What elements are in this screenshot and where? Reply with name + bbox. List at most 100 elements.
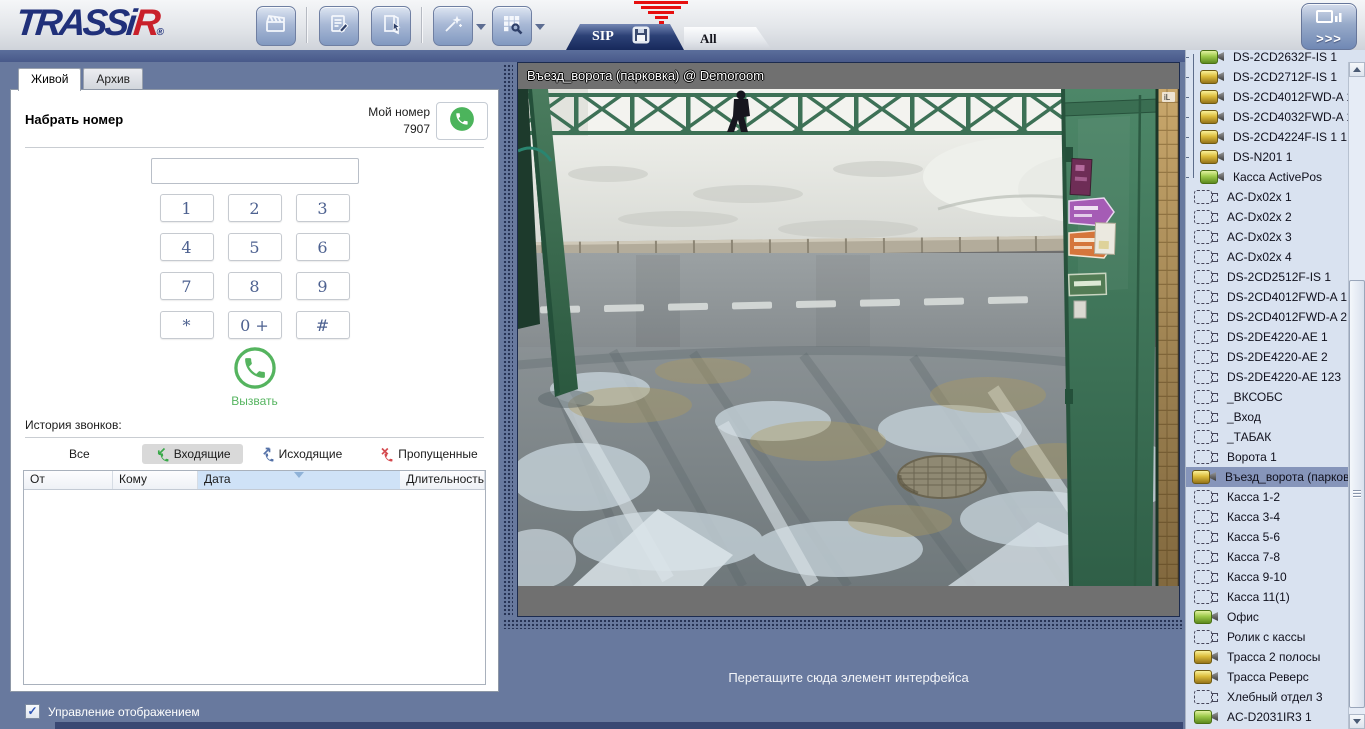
keypad-key[interactable]: 0 + [228, 311, 282, 339]
call-label: Вызвать [11, 394, 498, 408]
sidebar-scrollbar[interactable] [1348, 62, 1365, 729]
keypad-key[interactable]: 8 [228, 272, 282, 300]
keypad-key[interactable]: 2 [228, 194, 282, 222]
camera-list-item[interactable]: _ТАБАК [1186, 427, 1349, 447]
call-history-table: ОтКомуДатаДлительность [23, 470, 486, 685]
camera-icon [1194, 229, 1220, 245]
camera-list-item[interactable]: _Вход [1186, 407, 1349, 427]
notes-button[interactable] [319, 6, 359, 46]
keypad-key[interactable]: # [296, 311, 350, 339]
keypad-key[interactable]: 1 [160, 194, 214, 222]
camera-list-item[interactable]: _ВКСОБС [1186, 387, 1349, 407]
camera-list-item[interactable]: DS-2CD2512F-IS 1 [1186, 267, 1349, 287]
camera-list-item[interactable]: AC-Dx02x 1 [1186, 187, 1349, 207]
tab-archive[interactable]: Архив [83, 68, 143, 89]
camera-list-item[interactable]: Касса 3-4 [1186, 507, 1349, 527]
video-cell[interactable]: Въезд_ворота (парковка) @ Demoroom [517, 62, 1180, 617]
table-column-header[interactable]: От [24, 471, 113, 489]
camera-video-frame[interactable]: iL [518, 89, 1179, 586]
save-floppy-icon[interactable] [614, 26, 650, 49]
camera-icon [1194, 669, 1220, 685]
camera-icon [1194, 449, 1220, 465]
antenna-icon [633, 1, 689, 28]
drop-marker-vertical [503, 64, 513, 617]
camera-list-item[interactable]: DS-2CD4224F-IS 1 1 [1186, 127, 1349, 147]
camera-list-item[interactable]: Касса 1-2 [1186, 487, 1349, 507]
camera-list-item[interactable]: Въезд_ворота (парковка) [1186, 467, 1349, 487]
layout-dropdown-arrow[interactable] [535, 24, 545, 35]
camera-list-item[interactable]: DS-2CD4012FWD-A 1 [1186, 287, 1349, 307]
keypad-key[interactable]: 6 [296, 233, 350, 261]
wizard-dropdown-arrow[interactable] [476, 24, 486, 35]
dial-number-input[interactable] [151, 158, 359, 184]
camera-list-item[interactable]: Касса 11(1) [1186, 587, 1349, 607]
camera-list-item[interactable]: Трасса 2 полосы [1186, 647, 1349, 667]
camera-list-item[interactable]: DS-2CD2632F-IS 1 [1186, 50, 1349, 67]
camera-list-item[interactable]: DS-2CD2712F-IS 1 [1186, 67, 1349, 87]
camera-list-item[interactable]: Офис [1186, 607, 1349, 627]
layout-drop-zone[interactable]: Въезд_ворота (парковка) @ Demoroom [500, 62, 1185, 729]
camera-list-item[interactable]: DS-2DE4220-AE 1 [1186, 327, 1349, 347]
scroll-down-button[interactable] [1349, 714, 1365, 729]
history-filter[interactable]: Пропущенные [378, 444, 477, 464]
camera-list-item[interactable]: AC-Dx02x 4 [1186, 247, 1349, 267]
camera-list-item[interactable]: Ворота 1 [1186, 447, 1349, 467]
camera-list-item[interactable]: Ролик с кассы [1186, 627, 1349, 647]
table-column-header[interactable]: Кому [113, 471, 198, 489]
keypad-key[interactable]: 4 [160, 233, 214, 261]
sip-panel-tabs: Живой Архив [10, 68, 143, 89]
dial-title: Набрать номер [25, 112, 123, 127]
camera-list-item[interactable]: DS-2CD4012FWD-A 1 [1186, 87, 1349, 107]
history-filter[interactable]: Исходящие [259, 444, 343, 464]
camera-icon [1194, 569, 1220, 585]
wizard-button[interactable] [433, 6, 473, 46]
camera-list-item[interactable]: Трасса Реверс [1186, 667, 1349, 687]
tab-live[interactable]: Живой [18, 68, 81, 91]
camera-list-item[interactable]: AC-D2031IR3 1 [1186, 707, 1349, 727]
display-management-checkbox[interactable]: ✓ [25, 704, 40, 719]
camera-list-item[interactable]: Касса 7-8 [1186, 547, 1349, 567]
layout-wrench-icon [500, 12, 524, 41]
camera-list-item[interactable]: AC-Dx02x 2 [1186, 207, 1349, 227]
camera-list-item[interactable]: AC-Dx02x 3 [1186, 227, 1349, 247]
table-column-header[interactable]: Длительность [400, 471, 485, 489]
drop-marker-horizontal [503, 619, 1182, 629]
keypad-key[interactable]: 7 [160, 272, 214, 300]
scrollbar-thumb[interactable] [1349, 280, 1365, 708]
triangle-up-icon [1353, 63, 1361, 72]
camera-list-item[interactable]: DS-2CD4012FWD-A 2 [1186, 307, 1349, 327]
table-column-header[interactable]: Дата [198, 471, 400, 489]
clapperboard-button[interactable] [256, 6, 296, 46]
magic-wand-icon [441, 12, 465, 41]
tab-sip[interactable]: SIP [566, 24, 684, 50]
display-management-row[interactable]: ✓ Управление отображением [25, 704, 200, 719]
detach-panel-button[interactable]: >>> [1301, 3, 1357, 50]
export-button[interactable] [371, 6, 411, 46]
camera-list-item[interactable]: Касса 9-10 [1186, 567, 1349, 587]
video-title: Въезд_ворота (парковка) @ Demoroom [518, 63, 1179, 89]
camera-icon [1194, 529, 1220, 545]
camera-list-item[interactable]: DS-N201 1 [1186, 147, 1349, 167]
camera-icon [1200, 169, 1226, 185]
history-filter[interactable]: Входящие [142, 444, 243, 464]
scroll-up-button[interactable] [1349, 62, 1365, 77]
camera-icon [1194, 329, 1220, 345]
drop-hint-text: Перетащите сюда элемент интерфейса [517, 670, 1180, 685]
camera-list-item[interactable]: Касса ActivePos [1186, 167, 1349, 187]
camera-list-item[interactable]: DS-2DE4220-AE 123 [1186, 367, 1349, 387]
layout-settings-button[interactable] [492, 6, 532, 46]
sip-status-button[interactable] [436, 102, 488, 140]
keypad-key[interactable]: 9 [296, 272, 350, 300]
keypad-key[interactable]: 3 [296, 194, 350, 222]
camera-list-item[interactable]: DS-2CD4032FWD-A 1 [1186, 107, 1349, 127]
keypad-key[interactable]: 5 [228, 233, 282, 261]
camera-list-item[interactable]: Касса 5-6 [1186, 527, 1349, 547]
history-filter[interactable]: Все [69, 444, 90, 464]
camera-icon [1200, 50, 1226, 65]
keypad-key[interactable]: * [160, 311, 214, 339]
my-number-label: Мой номер [368, 104, 430, 121]
camera-icon [1194, 709, 1220, 725]
call-button[interactable] [233, 346, 277, 390]
camera-list-item[interactable]: DS-2DE4220-AE 2 [1186, 347, 1349, 367]
camera-list-item[interactable]: Хлебный отдел 3 [1186, 687, 1349, 707]
